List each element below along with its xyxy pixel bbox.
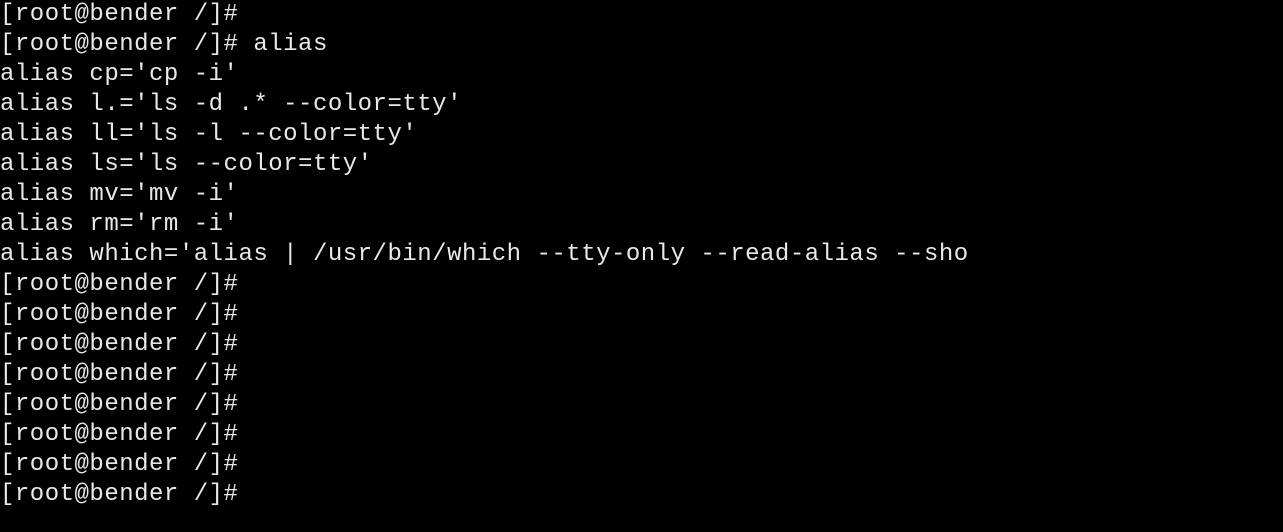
terminal-line[interactable]: [root@bender /]# <box>0 300 1283 330</box>
terminal-line[interactable]: alias which='alias | /usr/bin/which --tt… <box>0 240 1283 270</box>
terminal-line[interactable]: [root@bender /]# <box>0 390 1283 420</box>
terminal-line[interactable]: alias l.='ls -d .* --color=tty' <box>0 90 1283 120</box>
terminal-line[interactable]: [root@bender /]# alias <box>0 30 1283 60</box>
terminal-line[interactable]: [root@bender /]# <box>0 480 1283 510</box>
terminal-line[interactable]: alias ls='ls --color=tty' <box>0 150 1283 180</box>
terminal-line[interactable]: alias mv='mv -i' <box>0 180 1283 210</box>
terminal-line[interactable]: [root@bender /]# <box>0 330 1283 360</box>
terminal-line[interactable]: [root@bender /]# <box>0 360 1283 390</box>
terminal-line[interactable]: alias cp='cp -i' <box>0 60 1283 90</box>
terminal-line[interactable]: [root@bender /]# <box>0 270 1283 300</box>
terminal-line[interactable]: alias ll='ls -l --color=tty' <box>0 120 1283 150</box>
terminal-line[interactable]: [root@bender /]# <box>0 420 1283 450</box>
terminal-line[interactable]: alias rm='rm -i' <box>0 210 1283 240</box>
terminal-line[interactable]: [root@bender /]# <box>0 450 1283 480</box>
terminal-line[interactable]: [root@bender /]# <box>0 0 1283 30</box>
